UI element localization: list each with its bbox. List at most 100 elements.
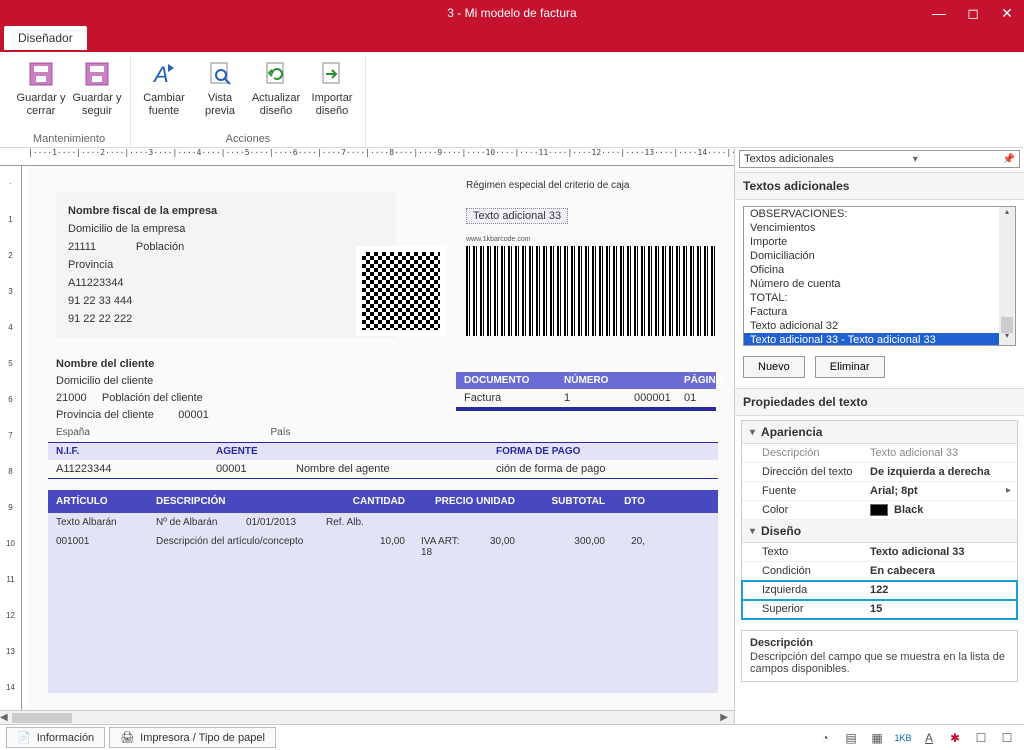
sidebar-buttons: Nuevo Eliminar	[743, 356, 1016, 378]
group-label-mantenimiento: Mantenimiento	[33, 131, 105, 147]
status-icon-1[interactable]: ◔	[814, 729, 836, 747]
docbar-v-pagina: 01	[676, 389, 716, 407]
col-subtotal: SUBTOTAL	[523, 490, 613, 513]
document-bar[interactable]: DOCUMENTO NÚMERO PÁGINA Factura 1 000001…	[456, 372, 716, 411]
company-province: Provincia	[68, 256, 384, 274]
group-label-acciones: Acciones	[226, 131, 271, 147]
status-icon-2[interactable]: ▤	[840, 729, 862, 747]
nif-bar[interactable]: N.I.F. AGENTE FORMA DE PAGO A11223344 00…	[48, 442, 718, 479]
barcode-label: www.1kbarcode.com	[466, 236, 531, 243]
nif-v-nombre: Nombre del agente	[288, 460, 488, 478]
client-code: 00001	[178, 409, 209, 421]
docbar-h-documento: DOCUMENTO	[456, 372, 556, 389]
eliminar-button[interactable]: Eliminar	[815, 356, 885, 378]
list-item-selected[interactable]: Texto adicional 33 - Texto adicional 33▾	[744, 333, 1015, 346]
list-item[interactable]: OBSERVACIONES:	[744, 207, 1015, 221]
prop-texto[interactable]: TextoTexto adicional 33	[742, 543, 1017, 562]
status-icon-6[interactable]: ✱	[944, 729, 966, 747]
prop-condicion[interactable]: CondiciónEn cabecera	[742, 562, 1017, 581]
docbar-v-num1: 1	[556, 389, 626, 407]
company-address: Domicilio de la empresa	[68, 220, 384, 238]
client-address: Domicilio del cliente	[56, 373, 291, 390]
btn-guardar-seguir[interactable]: Guardar y seguir	[70, 56, 124, 120]
company-tel2: 91 22 22 222	[68, 310, 384, 328]
status-icon-4[interactable]: 1KB	[892, 729, 914, 747]
company-name: Nombre fiscal de la empresa	[68, 205, 217, 217]
status-icon-3[interactable]: ▦	[866, 729, 888, 747]
list-item[interactable]: Vencimientos	[744, 221, 1015, 235]
nif-h-nif: N.I.F.	[48, 443, 208, 460]
status-icon-8[interactable]: ☐	[996, 729, 1018, 747]
sidebar: Textos adicionales ▾ 📌 Textos adicionale…	[734, 148, 1024, 724]
scroll-up-icon[interactable]: ▴	[999, 207, 1015, 221]
status-impresora[interactable]: 🖨 Impresora / Tipo de papel	[109, 727, 276, 748]
scroll-thumb[interactable]	[12, 713, 72, 723]
list-item[interactable]: Número de cuenta	[744, 277, 1015, 291]
scroll-down-icon[interactable]: ▾	[999, 331, 1015, 345]
articles-table[interactable]: ARTÍCULO DESCRIPCIÓN CANTIDAD PRECIO UNI…	[48, 490, 718, 693]
company-cp: 21111	[68, 241, 96, 253]
company-block[interactable]: Nombre fiscal de la empresa Domicilio de…	[56, 192, 396, 338]
scroll-left-icon[interactable]: ◀	[0, 712, 8, 723]
ruler-vertical: ·1234567891011121314	[0, 166, 22, 724]
list-scrollbar[interactable]: ▴ ▾	[999, 207, 1015, 345]
btn-cambiar-fuente[interactable]: A Cambiar fuente	[137, 56, 191, 120]
horizontal-scrollbar[interactable]: ◀ ▶	[0, 710, 734, 724]
list-item[interactable]: TOTAL:	[744, 291, 1015, 305]
printer-icon: 🖨	[120, 731, 134, 744]
regimen-label[interactable]: Régimen especial del criterio de caja	[466, 180, 629, 191]
status-icon-5[interactable]: A	[918, 729, 940, 747]
btn-actualizar-diseno[interactable]: Actualizar diseño	[249, 56, 303, 120]
window-title: 3 - Mi modelo de factura	[447, 6, 576, 20]
r2-sub: 300,00	[523, 532, 613, 562]
r1-ref: Ref. Alb.	[318, 513, 372, 532]
btn-guardar-cerrar[interactable]: Guardar y cerrar	[14, 56, 68, 120]
qr-code[interactable]	[356, 246, 446, 336]
group-diseno[interactable]: ▾Diseño	[742, 520, 1017, 543]
design-canvas[interactable]: Nombre fiscal de la empresa Domicilio de…	[28, 166, 734, 710]
maximize-button[interactable]: ◻	[956, 0, 990, 26]
btn-importar-diseno[interactable]: Importar diseño	[305, 56, 359, 120]
status-informacion[interactable]: 📄 Información	[6, 727, 105, 748]
docbar-v-num2: 000001	[626, 389, 676, 407]
import-design-icon	[316, 58, 348, 90]
r2-cant: 10,00	[338, 532, 413, 562]
nif-h-forma: FORMA DE PAGO	[488, 443, 718, 460]
list-item[interactable]: Importe	[744, 235, 1015, 249]
prop-izquierda[interactable]: Izquierda122	[742, 581, 1017, 600]
barcode[interactable]	[466, 246, 716, 336]
scroll-right-icon[interactable]: ▶	[714, 712, 734, 723]
prop-direccion[interactable]: Dirección del textoDe izquierda a derech…	[742, 463, 1017, 482]
prop-descripcion[interactable]: DescripciónTexto adicional 33	[742, 444, 1017, 463]
list-item[interactable]: Domiciliación	[744, 249, 1015, 263]
prop-fuente[interactable]: FuenteArial; 8pt▸	[742, 482, 1017, 501]
sidebar-dropdown[interactable]: Textos adicionales ▾ 📌	[739, 150, 1020, 168]
sidebar-section-title: Textos adicionales	[735, 172, 1024, 200]
client-cp: 21000	[56, 392, 87, 404]
tab-disenador[interactable]: Diseñador	[4, 26, 87, 50]
save-close-icon	[25, 58, 57, 90]
list-item[interactable]: Texto adicional 32	[744, 319, 1015, 333]
r2-pu: 30,00	[473, 532, 523, 562]
client-block[interactable]: Nombre del cliente Domicilio del cliente…	[56, 356, 291, 441]
status-icon-7[interactable]: ☐	[970, 729, 992, 747]
col-articulo: ARTÍCULO	[48, 490, 148, 513]
ribbon: Guardar y cerrar Guardar y seguir Manten…	[0, 52, 1024, 148]
minimize-button[interactable]: —	[922, 0, 956, 26]
textos-list[interactable]: OBSERVACIONES: Vencimientos Importe Domi…	[743, 206, 1016, 346]
nuevo-button[interactable]: Nuevo	[743, 356, 805, 378]
expand-icon[interactable]: ▸	[1000, 482, 1017, 500]
btn-vista-previa[interactable]: Vista previa	[193, 56, 247, 120]
texto-adicional-field[interactable]: Texto adicional 33	[466, 208, 568, 224]
list-item[interactable]: Factura	[744, 305, 1015, 319]
close-button[interactable]: ✕	[990, 0, 1024, 26]
pin-icon[interactable]: 📌	[1003, 154, 1015, 165]
r2-dt: 20,	[613, 532, 653, 562]
list-item[interactable]: Oficina	[744, 263, 1015, 277]
prop-color[interactable]: ColorBlack	[742, 501, 1017, 520]
prop-superior[interactable]: Superior15	[742, 600, 1017, 619]
color-swatch	[870, 504, 888, 516]
titlebar: 3 - Mi modelo de factura — ◻ ✕	[0, 0, 1024, 26]
client-country: España	[56, 427, 90, 438]
group-apariencia[interactable]: ▾Apariencia	[742, 421, 1017, 444]
